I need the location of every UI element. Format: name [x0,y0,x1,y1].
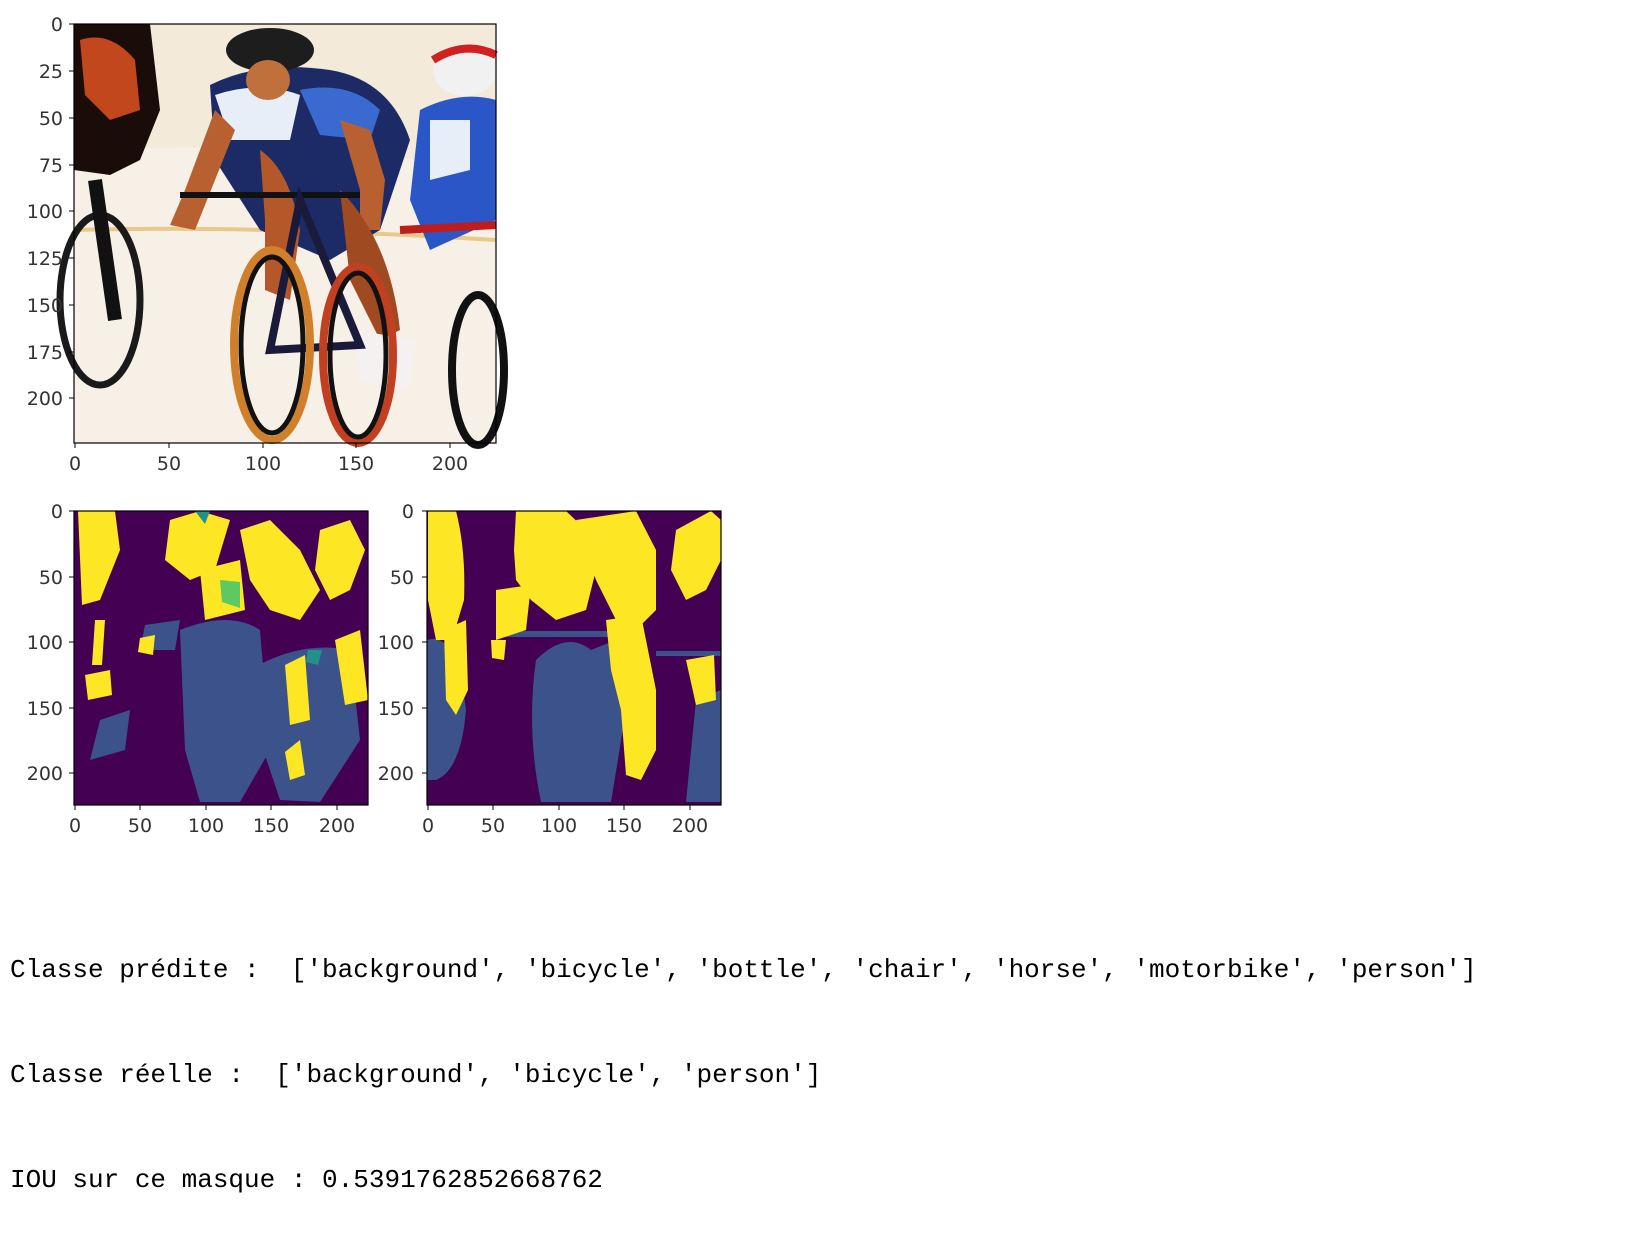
y-tick-label: 200 [27,763,63,785]
y-tick-label: 50 [39,567,63,589]
y-tick-label: 125 [27,248,63,270]
x-tick-label: 200 [672,815,708,837]
x-tick-label: 150 [338,453,374,475]
x-tick-label: 0 [422,815,434,837]
predicted-mask-plot: 0 50 100 150 200 0 50 100 150 200 [27,501,369,837]
x-tick-label: 100 [245,453,281,475]
image-x-axis: 0 50 100 150 200 [69,443,468,475]
y-tick-label: 150 [27,698,63,720]
y-tick-label: 175 [27,342,63,364]
x-tick-label: 200 [432,453,468,475]
true-mask-plot: 0 50 100 150 200 0 50 100 150 200 [378,501,722,837]
x-tick-label: 150 [606,815,642,837]
true-y-axis: 0 50 100 150 200 [378,501,427,785]
x-tick-label: 50 [481,815,505,837]
x-tick-label: 100 [541,815,577,837]
y-tick-label: 100 [378,632,414,654]
x-tick-label: 50 [157,453,181,475]
true-classes-line: Classe réelle : ['background', 'bicycle'… [10,1060,822,1090]
y-tick-label: 50 [39,108,63,130]
y-tick-label: 200 [27,388,63,410]
x-tick-label: 0 [69,815,81,837]
y-tick-label: 0 [51,14,63,36]
y-tick-label: 150 [378,698,414,720]
y-tick-label: 75 [39,155,63,177]
input-image [56,24,508,449]
x-tick-label: 50 [128,815,152,837]
y-tick-label: 200 [378,763,414,785]
y-tick-label: 0 [402,501,414,523]
y-tick-label: 50 [390,567,414,589]
iou-line: IOU sur ce masque : 0.5391762852668762 [10,1165,603,1195]
predicted-mask [74,511,368,805]
x-tick-label: 150 [253,815,289,837]
y-tick-label: 150 [27,295,63,317]
y-tick-label: 100 [27,201,63,223]
pred-y-axis: 0 50 100 150 200 [27,501,74,785]
predicted-classes-line: Classe prédite : ['background', 'bicycle… [10,955,1477,985]
x-tick-label: 200 [319,815,355,837]
x-tick-label: 100 [188,815,224,837]
y-tick-label: 25 [39,61,63,83]
x-tick-label: 0 [69,453,81,475]
y-tick-label: 100 [27,632,63,654]
true-x-axis: 0 50 100 150 200 [422,805,708,837]
input-image-plot: 0 25 50 75 100 125 150 175 200 0 50 100 … [27,14,508,475]
true-mask [427,511,721,805]
y-tick-label: 0 [51,501,63,523]
cell-output-text: Classe prédite : ['background', 'bicycle… [10,883,1477,1233]
pred-x-axis: 0 50 100 150 200 [69,805,355,837]
